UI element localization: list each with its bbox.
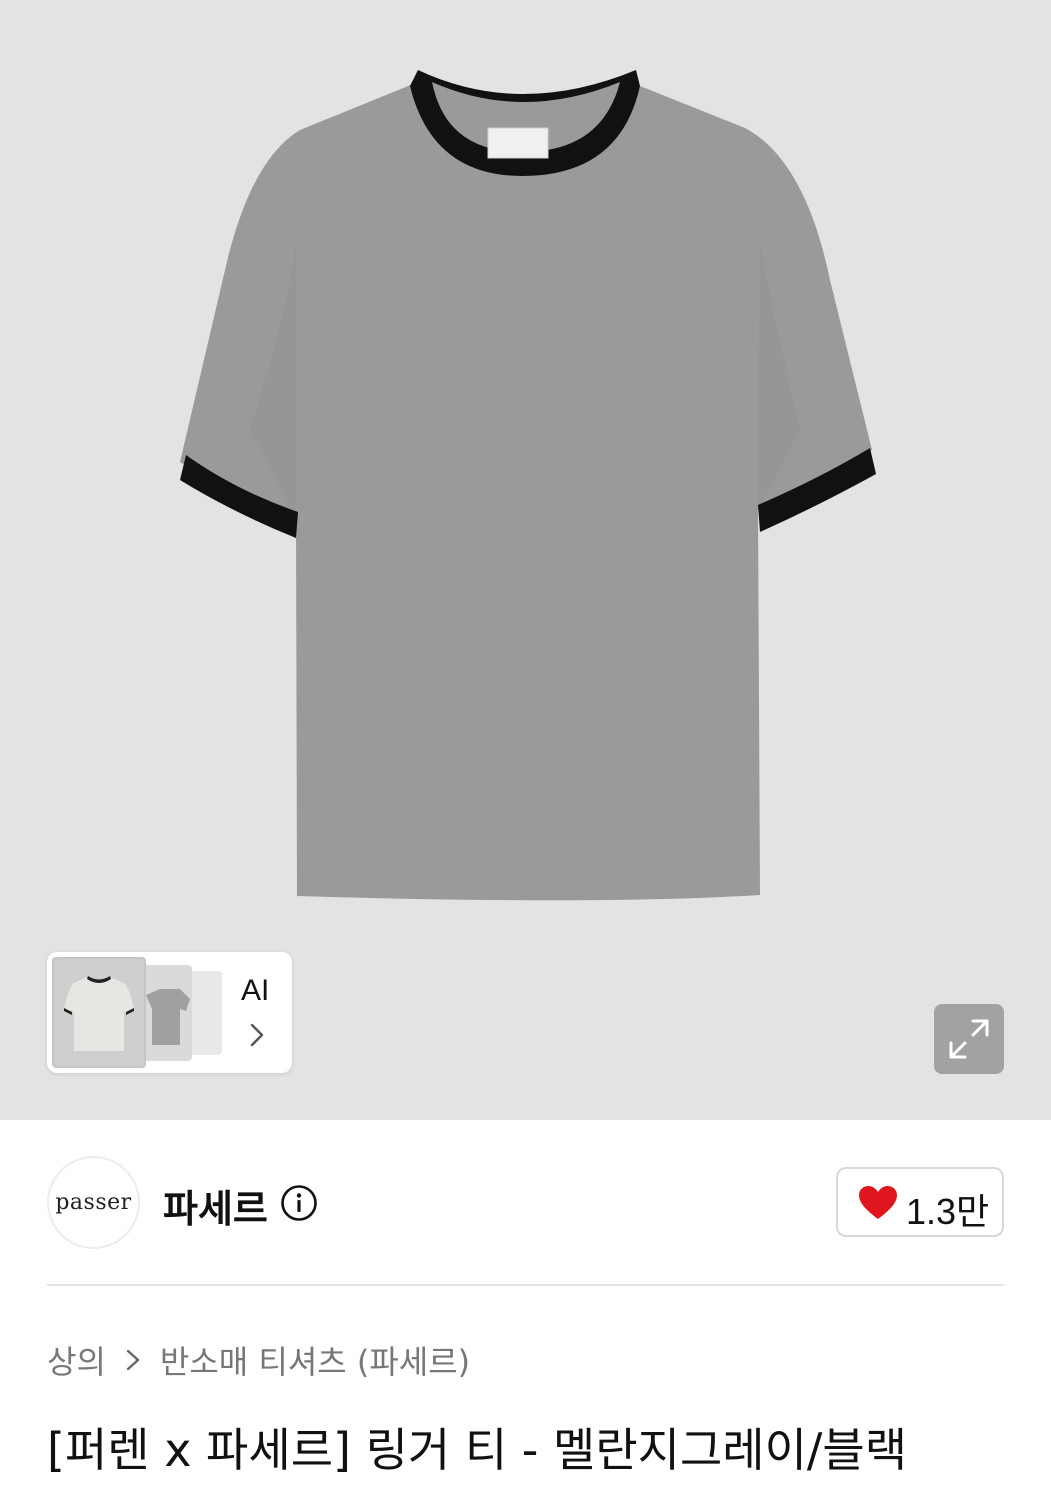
ai-fitting-card[interactable]: AI	[47, 952, 292, 1073]
breadcrumb: 상의 반소매 티셔츠 (파세르)	[47, 1338, 470, 1382]
product-image-gallery[interactable]: AI	[0, 0, 1051, 1120]
breadcrumb-item-category[interactable]: 반소매 티셔츠 (파세르)	[160, 1337, 470, 1383]
brand-logo[interactable]: passer	[47, 1156, 140, 1249]
brand-row: passer 파세르 1.3만	[0, 1120, 1051, 1285]
product-title: [퍼렌 x 파세르] 링거 티 - 멜란지그레이/블랙	[47, 1423, 908, 1477]
breadcrumb-item-top[interactable]: 상의	[47, 1337, 106, 1383]
ai-thumbnail	[52, 957, 146, 1068]
expand-icon	[949, 1019, 989, 1059]
ai-thumbnail-stack	[52, 957, 227, 1068]
heart-icon	[859, 1186, 897, 1219]
expand-image-button[interactable]	[934, 1004, 1004, 1074]
ai-thumbnail	[140, 965, 192, 1061]
info-icon[interactable]	[280, 1184, 318, 1222]
chevron-right-icon	[126, 1349, 140, 1371]
brand-name[interactable]: 파세르	[163, 1178, 268, 1233]
ai-badge-label: AI	[241, 974, 270, 1007]
chevron-right-icon	[250, 1023, 264, 1047]
brand-logo-text: passer	[55, 1190, 132, 1215]
like-count: 1.3만	[906, 1191, 990, 1232]
like-button[interactable]: 1.3만	[836, 1167, 1004, 1237]
divider	[47, 1284, 1004, 1286]
